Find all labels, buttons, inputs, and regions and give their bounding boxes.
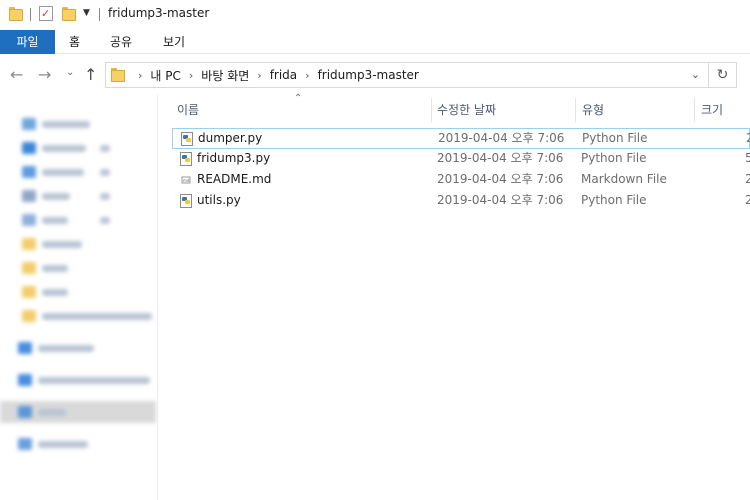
refresh-button[interactable]: ↻ <box>709 62 737 88</box>
file-name: README.md <box>197 172 272 186</box>
nav-item[interactable] <box>18 341 94 355</box>
nav-item[interactable] <box>22 261 68 275</box>
nav-item[interactable] <box>22 165 110 179</box>
file-row[interactable]: md README.md 2019-04-04 오후 7:06 Markdown… <box>172 170 750 191</box>
file-date: 2019-04-04 오후 7:06 <box>437 172 564 186</box>
toolbar-separator <box>30 8 31 21</box>
file-date: 2019-04-04 오후 7:06 <box>437 151 564 165</box>
nav-item[interactable] <box>18 373 150 387</box>
ribbon-tabs: 파일 홈 공유 보기 <box>0 30 750 54</box>
address-dropdown-icon[interactable]: ⌄ <box>691 68 700 81</box>
chevron-right-icon[interactable]: › <box>257 69 261 82</box>
python-file-icon <box>180 132 194 146</box>
tab-view[interactable]: 보기 <box>163 30 185 54</box>
nav-item[interactable] <box>22 237 82 251</box>
file-type: Python File <box>581 151 647 165</box>
crumb-fridump3-master[interactable]: fridump3-master <box>318 68 419 82</box>
column-separator[interactable] <box>431 98 432 122</box>
tab-share[interactable]: 공유 <box>110 30 132 54</box>
nav-item[interactable] <box>22 117 90 131</box>
column-separator[interactable] <box>694 98 695 122</box>
column-header-date[interactable]: 수정한 날짜 <box>437 98 496 122</box>
column-header-type[interactable]: 유형 <box>582 98 604 122</box>
python-file-icon <box>179 194 193 208</box>
file-date: 2019-04-04 오후 7:06 <box>437 193 564 207</box>
python-file-icon <box>179 152 193 166</box>
forward-arrow-icon[interactable]: → <box>38 65 51 85</box>
file-name: fridump3.py <box>197 151 271 165</box>
chevron-right-icon[interactable]: › <box>189 69 193 82</box>
folder-icon <box>9 7 23 21</box>
file-type: Markdown File <box>581 172 667 186</box>
chevron-right-icon[interactable]: › <box>305 69 309 82</box>
tab-home[interactable]: 홈 <box>69 30 80 54</box>
customize-toolbar-icon[interactable]: ▼ <box>83 8 90 18</box>
svg-text:md: md <box>183 178 190 183</box>
file-size: 2 <box>745 193 750 207</box>
markdown-file-icon: md <box>179 173 193 187</box>
nav-item[interactable] <box>22 285 68 299</box>
file-size: 2 <box>746 131 750 145</box>
nav-item[interactable] <box>22 189 110 203</box>
nav-item[interactable] <box>22 213 110 227</box>
tab-file[interactable]: 파일 <box>0 30 55 54</box>
file-name: dumper.py <box>198 131 263 145</box>
up-arrow-icon[interactable]: ↑ <box>84 65 97 85</box>
navigation-bar: ← → ⌄ ↑ › 내 PC › 바탕 화면 › frida › fridump… <box>0 55 750 95</box>
pane-divider[interactable] <box>157 95 158 500</box>
navigation-pane <box>0 95 158 500</box>
recent-locations-chevron-icon[interactable]: ⌄ <box>66 67 74 78</box>
folder-icon <box>111 68 125 82</box>
file-date: 2019-04-04 오후 7:06 <box>438 131 565 145</box>
breadcrumb: › 내 PC › 바탕 화면 › frida › fridump3-master <box>130 63 419 87</box>
file-row[interactable]: utils.py 2019-04-04 오후 7:06 Python File … <box>172 191 750 212</box>
nav-item[interactable] <box>22 309 152 323</box>
toolbar-separator <box>99 8 100 21</box>
file-type: Python File <box>582 131 648 145</box>
address-bar[interactable]: › 내 PC › 바탕 화면 › frida › fridump3-master… <box>105 62 709 88</box>
navigation-pane-items <box>0 95 158 500</box>
column-header-size[interactable]: 크기 <box>701 98 723 122</box>
new-folder-icon[interactable] <box>62 7 76 21</box>
file-size: 5 <box>745 151 750 165</box>
back-arrow-icon[interactable]: ← <box>10 65 23 85</box>
chevron-right-icon[interactable]: › <box>138 69 142 82</box>
window-title: fridump3-master <box>108 6 210 20</box>
file-name: utils.py <box>197 193 241 207</box>
properties-icon[interactable]: ✓ <box>39 6 53 21</box>
crumb-frida[interactable]: frida <box>270 68 297 82</box>
nav-item[interactable] <box>18 405 66 419</box>
file-type: Python File <box>581 193 647 207</box>
column-separator[interactable] <box>575 98 576 122</box>
column-header-name[interactable]: 이름 <box>177 98 199 122</box>
nav-item[interactable] <box>18 437 88 451</box>
file-row[interactable]: dumper.py 2019-04-04 오후 7:06 Python File… <box>172 128 750 149</box>
crumb-this-pc[interactable]: 내 PC <box>150 67 180 84</box>
nav-item[interactable] <box>22 141 110 155</box>
file-row[interactable]: fridump3.py 2019-04-04 오후 7:06 Python Fi… <box>172 149 750 170</box>
file-size: 2 <box>745 172 750 186</box>
crumb-desktop[interactable]: 바탕 화면 <box>201 67 249 84</box>
title-bar: ✓ ▼ fridump3-master <box>0 0 750 30</box>
sort-ascending-icon: ⌃ <box>294 93 303 104</box>
